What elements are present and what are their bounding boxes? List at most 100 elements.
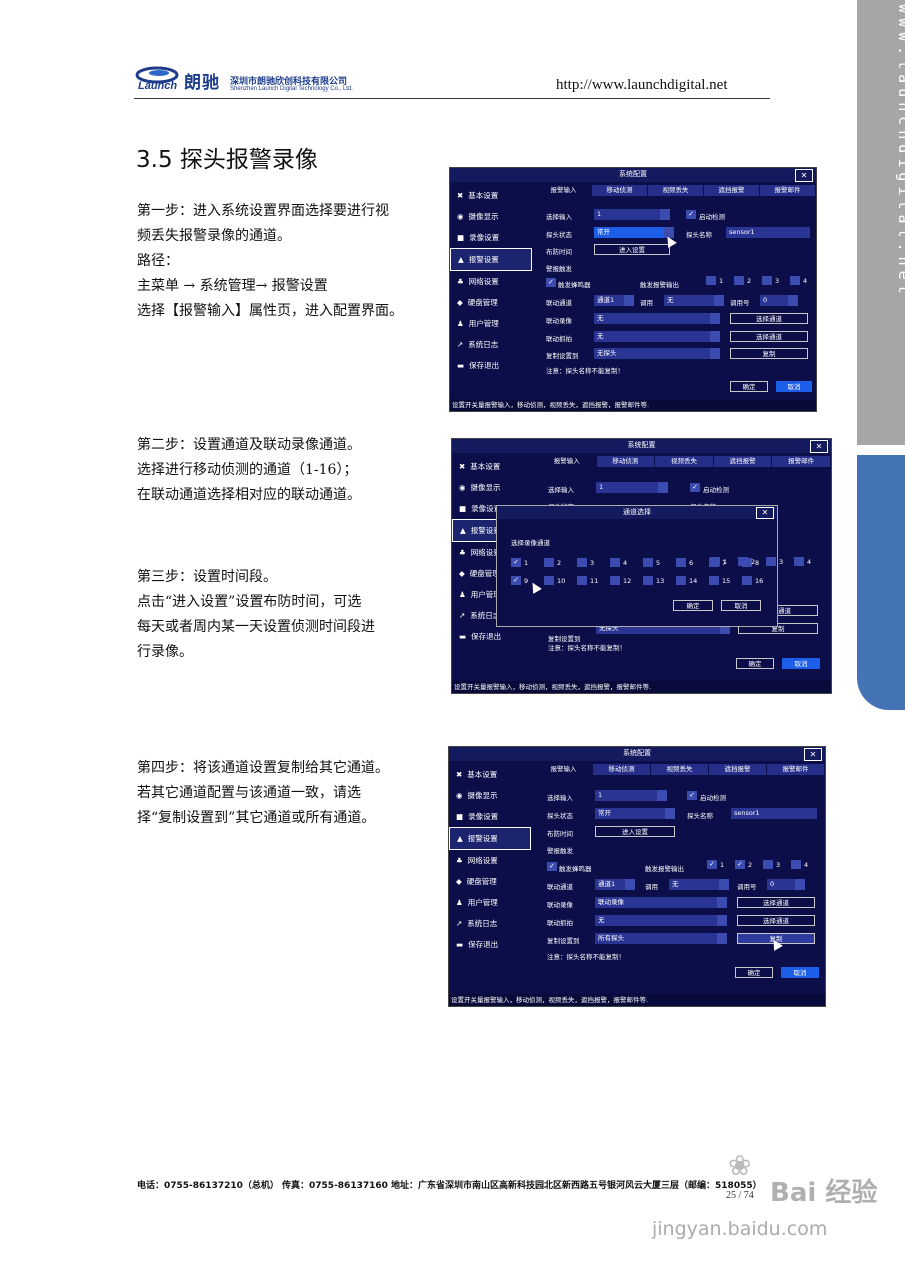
ok-button[interactable]: 确定 (735, 967, 773, 978)
preset-field[interactable]: 0 (760, 295, 798, 306)
menu-item-9[interactable]: ▬ 保存退出 (450, 355, 532, 376)
tab-1[interactable]: 报警输入 (535, 764, 592, 775)
menu-item-1[interactable]: ✖ 基本设置 (452, 456, 534, 477)
tab-4[interactable]: 遮挡报警 (713, 456, 772, 467)
alarm-out-checkbox-1[interactable] (706, 276, 716, 285)
tab-4[interactable]: 遮挡报警 (709, 764, 766, 775)
dialog-ok-button[interactable]: 确定 (673, 600, 713, 611)
menu-item-6[interactable]: ◆ 硬盘管理 (450, 292, 532, 313)
choose-channel-button-2[interactable]: 选择通道 (737, 915, 815, 926)
channel-checkbox-13[interactable] (643, 576, 653, 585)
call-select[interactable]: 无 (664, 295, 724, 306)
menu-item-5[interactable]: ♣ 网络设置 (449, 850, 531, 871)
menu-item-2[interactable]: ◉ 摄像显示 (450, 206, 532, 227)
choose-channel-button-2[interactable]: 选择通道 (730, 331, 808, 342)
menu-item-9[interactable]: ▬ 保存退出 (452, 626, 534, 647)
preset-field[interactable]: 0 (767, 879, 805, 890)
alarm-out-checkbox-4[interactable] (790, 276, 800, 285)
menu-item-1[interactable]: ✖ 基本设置 (450, 185, 532, 206)
menu-item-2[interactable]: ◉ 摄像显示 (452, 477, 534, 498)
enable-detect-checkbox[interactable]: ✓ (690, 483, 700, 492)
tab-1[interactable]: 报警输入 (536, 185, 591, 196)
alarm-out-checkbox-4[interactable] (791, 860, 801, 869)
alarm-out-checkbox-2[interactable] (738, 557, 748, 566)
menu-item-7[interactable]: ♟ 用户管理 (449, 892, 531, 913)
buzzer-checkbox[interactable]: ✓ (547, 862, 557, 871)
link-snap-select[interactable]: 无 (595, 915, 727, 926)
alarm-out-checkbox-1[interactable] (710, 557, 720, 566)
channel-checkbox-9[interactable]: ✓ (511, 576, 521, 585)
copy-to-select[interactable]: 无探头 (594, 348, 720, 359)
close-button[interactable]: ✕ (795, 169, 813, 182)
link-snap-select[interactable]: 无 (594, 331, 720, 342)
alarm-out-checkbox-4[interactable] (794, 557, 804, 566)
menu-item-9[interactable]: ▬ 保存退出 (449, 934, 531, 955)
tab-5[interactable]: 报警邮件 (760, 185, 815, 196)
cancel-button[interactable]: 取消 (782, 658, 820, 669)
alarm-input-field[interactable]: 1 (595, 790, 667, 801)
menu-item-3[interactable]: ■ 录像设置 (450, 227, 532, 248)
channel-checkbox-10[interactable] (544, 576, 554, 585)
channel-checkbox-2[interactable] (544, 558, 554, 567)
tab-2[interactable]: 移动侦测 (592, 185, 647, 196)
cancel-button[interactable]: 取消 (776, 381, 812, 392)
channel-checkbox-11[interactable] (577, 576, 587, 585)
alarm-input-field[interactable]: 1 (596, 482, 668, 493)
alarm-out-checkbox-3[interactable] (763, 860, 773, 869)
ok-button[interactable]: 确定 (730, 381, 768, 392)
copy-to-select[interactable]: 所有探头 (595, 933, 727, 944)
menu-item-6[interactable]: ◆ 硬盘管理 (449, 871, 531, 892)
alarm-out-checkbox-3[interactable] (766, 557, 776, 566)
enable-detect-checkbox[interactable]: ✓ (686, 210, 696, 219)
link-channel-select[interactable]: 通道1 (595, 879, 635, 890)
channel-checkbox-3[interactable] (577, 558, 587, 567)
tab-5[interactable]: 报警邮件 (767, 764, 824, 775)
enter-setup-button[interactable]: 进入设置 (595, 826, 675, 837)
probe-state-select[interactable]: 常开 (594, 227, 674, 238)
channel-checkbox-4[interactable] (610, 558, 620, 567)
channel-checkbox-5[interactable] (643, 558, 653, 567)
menu-item-2[interactable]: ◉ 摄像显示 (449, 785, 531, 806)
tab-4[interactable]: 遮挡报警 (704, 185, 759, 196)
tab-3[interactable]: 视频丢失 (651, 764, 708, 775)
menu-item-4[interactable]: ▲ 报警设置 (450, 248, 532, 271)
dialog-cancel-button[interactable]: 取消 (721, 600, 761, 611)
alarm-input-field[interactable]: 1 (594, 209, 670, 220)
ok-button[interactable]: 确定 (736, 658, 774, 669)
menu-item-1[interactable]: ✖ 基本设置 (449, 764, 531, 785)
channel-checkbox-15[interactable] (709, 576, 719, 585)
link-record-select[interactable]: 无 (594, 313, 720, 324)
menu-item-4[interactable]: ▲ 报警设置 (449, 827, 531, 850)
alarm-out-checkbox-1[interactable]: ✓ (707, 860, 717, 869)
alarm-out-checkbox-2[interactable]: ✓ (735, 860, 745, 869)
probe-name-field[interactable]: sensor1 (731, 808, 817, 819)
tab-2[interactable]: 移动侦测 (596, 456, 655, 467)
channel-checkbox-1[interactable]: ✓ (511, 558, 521, 567)
choose-channel-button[interactable]: 选择通道 (737, 897, 815, 908)
channel-checkbox-6[interactable] (676, 558, 686, 567)
menu-item-7[interactable]: ♟ 用户管理 (450, 313, 532, 334)
copy-button[interactable]: 复制 (730, 348, 808, 359)
menu-item-8[interactable]: ↗ 系统日志 (449, 913, 531, 934)
probe-name-field[interactable]: sensor1 (726, 227, 810, 238)
tab-2[interactable]: 移动侦测 (593, 764, 650, 775)
channel-checkbox-16[interactable] (742, 576, 752, 585)
close-button[interactable]: ✕ (804, 748, 822, 761)
enter-setup-button[interactable]: 进入设置 (594, 244, 670, 255)
tab-5[interactable]: 报警邮件 (772, 456, 830, 467)
tab-1[interactable]: 报警输入 (538, 456, 596, 467)
link-record-select[interactable]: 联动录像 (595, 897, 727, 908)
menu-item-5[interactable]: ♣ 网络设置 (450, 271, 532, 292)
channel-checkbox-12[interactable] (610, 576, 620, 585)
channel-checkbox-14[interactable] (676, 576, 686, 585)
menu-item-3[interactable]: ■ 录像设置 (449, 806, 531, 827)
enable-detect-checkbox[interactable]: ✓ (687, 791, 697, 800)
cancel-button[interactable]: 取消 (781, 967, 819, 978)
tab-3[interactable]: 视频丢失 (648, 185, 703, 196)
call-select[interactable]: 无 (669, 879, 729, 890)
buzzer-checkbox[interactable]: ✓ (546, 278, 556, 287)
dialog-close-button[interactable]: ✕ (756, 507, 774, 519)
link-channel-select[interactable]: 通道1 (594, 295, 634, 306)
menu-item-8[interactable]: ↗ 系统日志 (450, 334, 532, 355)
close-button[interactable]: ✕ (810, 440, 828, 453)
